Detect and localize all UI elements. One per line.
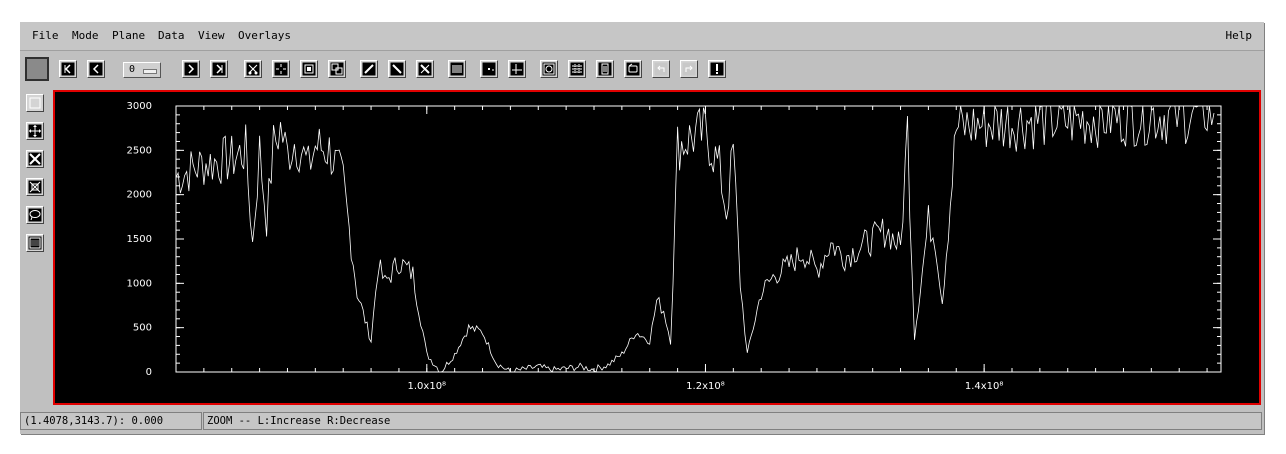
pencil-icon [362,62,376,76]
pencil-button[interactable] [360,60,378,78]
select-box-button[interactable] [26,94,44,112]
select-box-icon [29,97,41,109]
pan-button[interactable] [26,122,44,140]
last-plane-button[interactable] [210,60,228,78]
y-tick-label: 1500 [127,234,152,245]
lasso-button[interactable] [26,206,44,224]
crosshair-button[interactable] [272,60,290,78]
y-tick-label: 2500 [127,145,152,156]
list-icon [598,62,612,76]
first-plane-icon [61,62,75,76]
spectrum-trace [175,104,1215,373]
crosshair-icon [274,62,288,76]
next-plane-button[interactable] [182,60,200,78]
frame-button[interactable] [300,60,318,78]
zoom-out-icon [28,180,42,194]
alert-button[interactable] [708,60,726,78]
undo-icon [654,62,668,76]
axes-button[interactable] [508,60,526,78]
copy-region-icon [330,62,344,76]
redo-button[interactable] [680,60,698,78]
menu-plane[interactable]: Plane [112,29,145,42]
toolbar: 0 [20,52,1264,88]
point-icon [482,62,496,76]
prev-plane-icon [89,62,103,76]
line-button[interactable] [388,60,406,78]
y-tick-label: 0 [146,367,152,378]
plot-area[interactable]: 0 500 1000 1500 2000 2500 3000 1.0x10⁸ 1.2x10⁸ 1.… [53,90,1261,405]
first-plane-button[interactable] [59,60,77,78]
spectrum-plot[interactable]: 0 500 1000 1500 2000 2500 3000 1.0x10⁸ 1.2x10⁸ 1.… [55,92,1259,403]
prev-plane-button[interactable] [87,60,105,78]
plane-value: 0 [129,64,136,75]
loop-button[interactable] [624,60,642,78]
point-button[interactable] [480,60,498,78]
redo-icon [682,62,696,76]
last-plane-icon [212,62,226,76]
status-message: ZOOM -- L:Increase R:Decrease [203,412,1262,430]
cross-tool-icon [418,62,432,76]
pattern-button[interactable] [26,234,44,252]
copy-region-button[interactable] [328,60,346,78]
undo-button[interactable] [652,60,670,78]
x-tick-label: 1.0x10⁸ [408,381,447,392]
y-tick-label: 500 [133,323,152,334]
cut-button[interactable] [244,60,262,78]
zoom-in-button[interactable] [26,150,44,168]
axes-icon [510,62,524,76]
list-button[interactable] [596,60,614,78]
menu-help[interactable]: Help [1226,29,1253,42]
lasso-icon [28,208,42,222]
color-mode-button[interactable] [25,57,49,81]
y-tick-label: 1000 [127,278,152,289]
status-bar: (1.4078,3143.7): 0.000 ZOOM -- L:Increas… [20,412,1264,432]
histogram-button[interactable] [448,60,466,78]
plane-selector-handle [143,69,157,74]
circle-frame-button[interactable] [540,60,558,78]
pan-icon [28,124,42,138]
grid-icon [570,62,584,76]
y-tick-label: 2000 [127,190,152,201]
menu-data[interactable]: Data [158,29,185,42]
circle-frame-icon [542,62,556,76]
next-plane-icon [184,62,198,76]
plane-selector[interactable]: 0 [123,62,161,78]
pattern-icon [28,236,42,250]
plot-axes-box [175,105,1222,373]
app-window: File Mode Plane Data View Overlays Help … [20,22,1264,434]
x-tick-label: 1.2x10⁸ [686,381,725,392]
zoom-out-button[interactable] [26,178,44,196]
cross-tool-button[interactable] [416,60,434,78]
menu-overlays[interactable]: Overlays [238,29,291,42]
cut-icon [246,62,260,76]
line-icon [390,62,404,76]
menu-view[interactable]: View [198,29,225,42]
x-tick-label: 1.4x10⁸ [965,381,1004,392]
frame-icon [302,62,316,76]
y-tick-label: 3000 [127,101,152,112]
grid-button[interactable] [568,60,586,78]
menu-file[interactable]: File [32,29,59,42]
loop-icon [626,62,640,76]
menu-mode[interactable]: Mode [72,29,99,42]
zoom-in-icon [28,152,42,166]
cursor-coordinates: (1.4078,3143.7): 0.000 [20,412,202,430]
alert-icon [710,62,724,76]
histogram-icon [450,62,464,76]
menu-bar: File Mode Plane Data View Overlays Help [20,22,1264,51]
